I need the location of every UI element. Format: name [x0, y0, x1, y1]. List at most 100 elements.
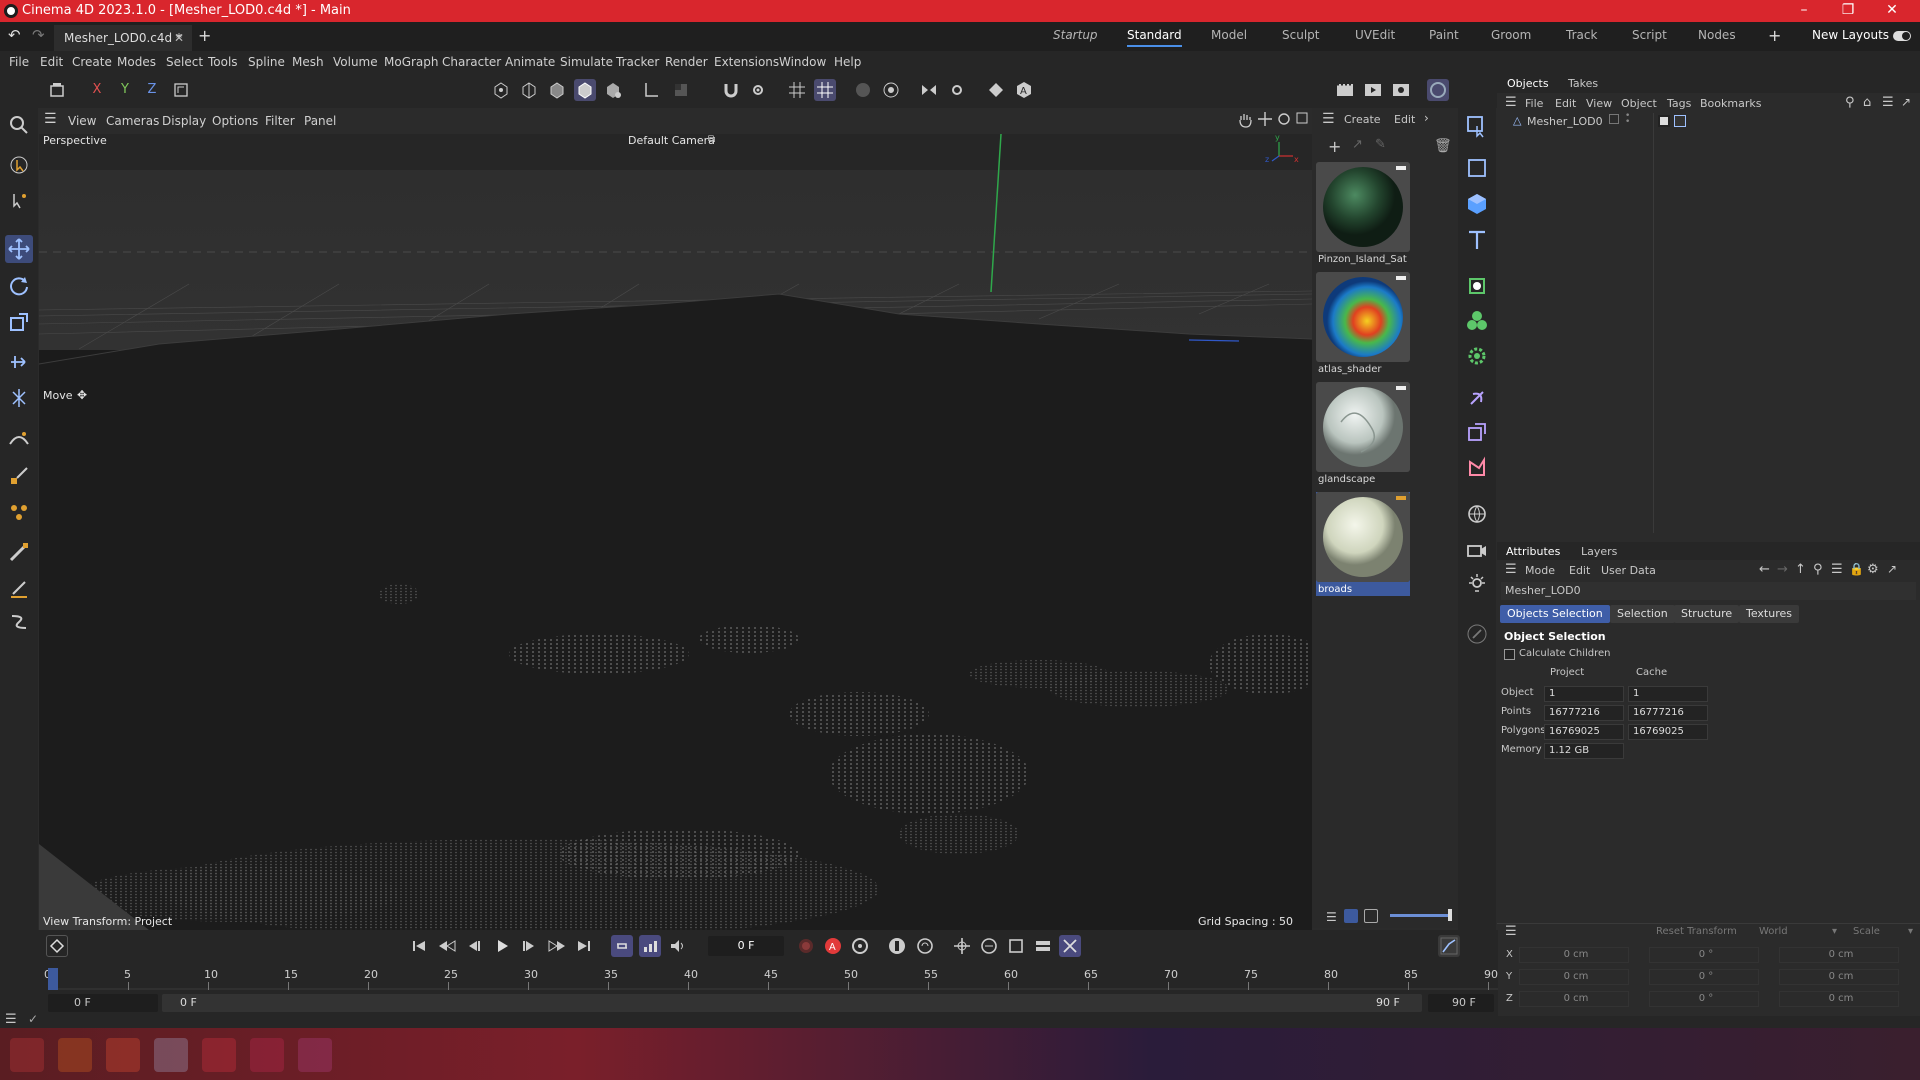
material-menu-create[interactable]: Create [1344, 113, 1381, 126]
text-spline-icon[interactable] [1463, 226, 1491, 254]
attribute-menu-icon[interactable]: ☰ [1505, 562, 1517, 577]
move-view-icon[interactable] [1257, 111, 1273, 127]
current-frame-field[interactable]: 0 F [708, 936, 784, 956]
sound-icon[interactable] [667, 935, 689, 957]
attribute-search-icon[interactable]: ⚲ [1813, 562, 1823, 577]
taskbar-app-icon[interactable] [202, 1038, 236, 1072]
timeline-end-field[interactable]: 90 F [1428, 994, 1494, 1012]
spline-pen-icon[interactable] [5, 426, 33, 454]
tab-objects[interactable]: Objects [1507, 77, 1549, 90]
list-view-icon[interactable]: ☰ [1326, 910, 1337, 924]
menu-edit[interactable]: Edit [40, 55, 63, 69]
render-settings-icon[interactable] [1390, 79, 1412, 101]
document-tab[interactable]: Mesher_LOD0.c4d * ✕ [54, 25, 192, 51]
knife-tool-icon[interactable] [5, 574, 33, 602]
viewport-menu-display[interactable]: Display [162, 114, 206, 128]
viewport-solo-settings-icon[interactable] [880, 79, 902, 101]
interpolation-icon[interactable] [1059, 935, 1081, 957]
effector-icon[interactable] [1463, 342, 1491, 370]
twist-deformer-icon[interactable] [5, 608, 33, 636]
timeline-window-icon[interactable] [1438, 935, 1460, 957]
object-menu-bookmarks[interactable]: Bookmarks [1700, 97, 1761, 110]
polygons-mode-icon[interactable] [546, 79, 568, 101]
material-edit-icon[interactable]: ✎ [1375, 137, 1386, 152]
light-icon[interactable] [1463, 571, 1491, 599]
icon-size-slider[interactable] [1390, 914, 1452, 917]
3d-viewport[interactable]: y x z Perspective Default Camera ⧉ Move … [39, 134, 1312, 930]
live-selection-icon[interactable] [5, 186, 33, 214]
object-menu-object[interactable]: Object [1621, 97, 1657, 110]
object-menu-file[interactable]: File [1525, 97, 1543, 110]
position-y-field[interactable]: 0 cm [1519, 969, 1629, 985]
model-mode-icon[interactable] [46, 79, 68, 101]
object-row-mesher-lod0[interactable]: △ Mesher_LOD0 • • [1497, 112, 1920, 129]
position-x-field[interactable]: 0 cm [1519, 947, 1629, 963]
new-layouts-toggle[interactable] [1893, 31, 1911, 41]
undo-icon[interactable]: ↶ [8, 26, 21, 44]
points-mode-icon[interactable] [490, 79, 512, 101]
volume-icon[interactable] [1463, 454, 1491, 482]
attribute-menu-edit[interactable]: Edit [1569, 564, 1590, 577]
sculpt-grab-icon[interactable] [5, 498, 33, 526]
camera-icon[interactable] [1463, 536, 1491, 564]
go-to-start-icon[interactable] [408, 935, 430, 957]
minimize-button[interactable]: – [1782, 0, 1826, 22]
object-tag-uvw-icon[interactable] [1674, 115, 1686, 127]
camera-name[interactable]: Default Camera [628, 134, 715, 147]
material-menu-icon[interactable]: ☰ [1322, 111, 1335, 127]
redshift-icon[interactable] [1427, 79, 1449, 101]
object-editable-icon[interactable] [1609, 114, 1619, 124]
snap-settings-icon[interactable] [747, 79, 769, 101]
viewport-menu-options[interactable]: Options [212, 114, 258, 128]
tweak-mode-icon[interactable] [670, 79, 692, 101]
viewport-menu-panel[interactable]: Panel [304, 114, 336, 128]
object-home-icon[interactable]: ⌂ [1863, 95, 1871, 110]
menu-volume[interactable]: Volume [333, 55, 378, 69]
timeline-layout-icon[interactable] [1032, 935, 1054, 957]
menu-extensions[interactable]: Extensions [714, 55, 779, 69]
keyframe-selection-icon[interactable] [849, 935, 871, 957]
subtab-textures[interactable]: Textures [1739, 605, 1799, 623]
layout-groom[interactable]: Groom [1491, 28, 1531, 42]
field-icon[interactable] [1463, 418, 1491, 446]
add-material-icon[interactable]: + [1328, 137, 1341, 156]
attribute-new-window-icon[interactable]: ↗ [1887, 562, 1897, 576]
material-atlas-shader[interactable]: atlas_shader [1316, 272, 1410, 378]
menu-select[interactable]: Select [166, 55, 203, 69]
status-menu-icon[interactable]: ☰ [5, 1012, 17, 1027]
select-tool-icon[interactable] [5, 151, 33, 179]
selection-filter-icon[interactable] [1463, 112, 1491, 140]
tab-takes[interactable]: Takes [1568, 77, 1598, 90]
material-menu-edit[interactable]: Edit [1394, 113, 1415, 126]
large-view-icon[interactable] [1364, 909, 1378, 923]
next-key-icon[interactable] [546, 935, 568, 957]
search-icon[interactable] [5, 111, 33, 139]
workplane-icon[interactable] [985, 79, 1007, 101]
delete-material-icon[interactable]: 🗑 [1434, 138, 1452, 154]
tag-icon[interactable] [1463, 620, 1491, 648]
object-menu-tags[interactable]: Tags [1667, 97, 1691, 110]
tab-attributes[interactable]: Attributes [1506, 545, 1560, 558]
extrude-tool-icon[interactable] [5, 384, 33, 412]
sketch-tool-icon[interactable] [5, 462, 33, 490]
z-axis-lock-button[interactable]: Z [141, 79, 163, 101]
taskbar-app-icon[interactable] [58, 1038, 92, 1072]
previous-frame-icon[interactable] [462, 935, 484, 957]
rotation-z-field[interactable]: 0 ° [1649, 991, 1759, 1007]
add-layout-icon[interactable]: + [1768, 26, 1781, 45]
subtab-selection[interactable]: Selection [1610, 605, 1675, 623]
menu-window[interactable]: Window [779, 55, 826, 69]
paint-brush-icon[interactable] [5, 538, 33, 566]
material-glandscape[interactable]: glandscape [1316, 382, 1410, 488]
size-x-field[interactable]: 0 cm [1779, 947, 1899, 963]
up-arrow-icon[interactable]: ↑ [1795, 562, 1806, 577]
camera-link-icon[interactable]: ⧉ [708, 134, 715, 145]
attribute-settings-icon[interactable]: ⚙ [1867, 562, 1879, 577]
attribute-menu-mode[interactable]: Mode [1525, 564, 1555, 577]
new-layouts-label[interactable]: New Layouts [1812, 28, 1889, 42]
layout-track[interactable]: Track [1566, 28, 1597, 42]
orbit-view-icon[interactable] [1276, 111, 1292, 127]
menu-file[interactable]: File [9, 55, 29, 69]
key-rotation-icon[interactable] [914, 935, 936, 957]
menu-mesh[interactable]: Mesh [292, 55, 324, 69]
